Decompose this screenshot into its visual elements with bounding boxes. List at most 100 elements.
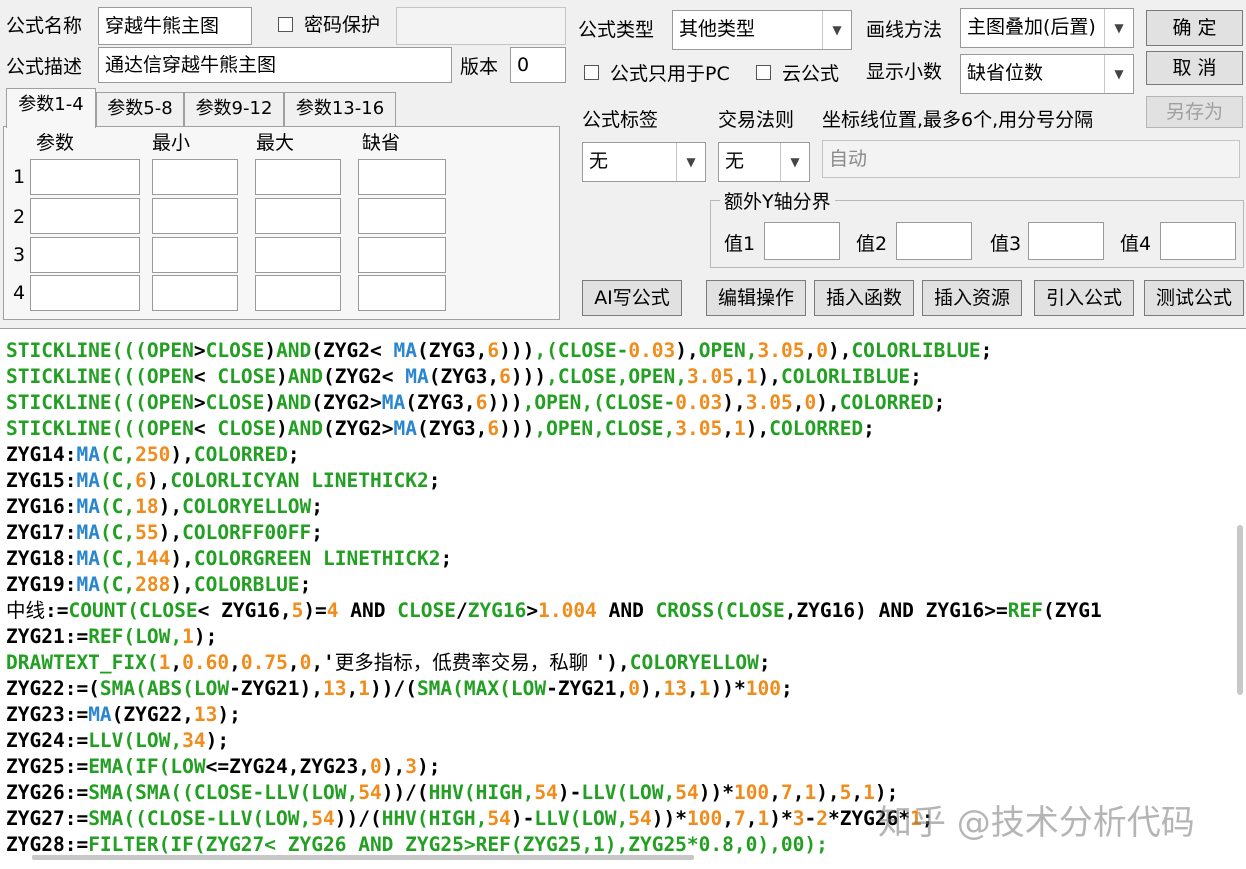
code-token: 6 bbox=[499, 365, 511, 388]
code-token: CROSS(CLOSE bbox=[655, 599, 785, 622]
value4-input[interactable] bbox=[1160, 222, 1236, 260]
code-text[interactable]: STICKLINE(((OPEN>CLOSE)AND(ZYG2< MA(ZYG3… bbox=[6, 338, 1102, 858]
test-formula-button[interactable]: 测试公式 bbox=[1144, 280, 1244, 316]
chevron-down-icon[interactable]: ▼ bbox=[676, 143, 705, 181]
code-line[interactable]: ZYG15:MA(C,6),COLORLICYAN LINETHICK2; bbox=[6, 468, 1102, 494]
param-row-number: 4 bbox=[13, 282, 26, 304]
code-token: AND bbox=[276, 391, 312, 414]
code-token: COUNT(CLOSE bbox=[68, 599, 198, 622]
param-min-input[interactable] bbox=[152, 237, 238, 273]
code-token: ZYG16: bbox=[6, 495, 77, 518]
ai-write-formula-button[interactable]: AI写公式 bbox=[582, 280, 682, 316]
code-line[interactable]: ZYG18:MA(C,144),COLORGREEN LINETHICK2; bbox=[6, 546, 1102, 572]
tab-params-13-16[interactable]: 参数13-16 bbox=[284, 92, 396, 126]
code-line[interactable]: DRAWTEXT_FIX(1,0.60,0.75,0,'更多指标，低费率交易，私… bbox=[6, 650, 1102, 676]
edit-operations-button[interactable]: 编辑操作 bbox=[706, 280, 806, 316]
draw-method-select[interactable]: 主图叠加(后置) ▼ bbox=[960, 8, 1134, 48]
code-line[interactable]: ZYG14:MA(C,250),COLORRED; bbox=[6, 442, 1102, 468]
ok-button[interactable]: 确 定 bbox=[1146, 10, 1243, 46]
code-token: , bbox=[722, 807, 734, 830]
import-formula-button[interactable]: 引入公式 bbox=[1034, 280, 1134, 316]
code-token: COLORRED bbox=[769, 417, 864, 440]
code-line[interactable]: ZYG17:MA(C,55),COLORFF00FF; bbox=[6, 520, 1102, 546]
code-line[interactable]: STICKLINE(((OPEN>CLOSE)AND(ZYG2>MA(ZYG3,… bbox=[6, 390, 1102, 416]
horizontal-scrollbar[interactable] bbox=[32, 855, 694, 860]
param-min-input[interactable] bbox=[152, 198, 238, 234]
code-token: )= bbox=[303, 599, 327, 622]
code-token: MA bbox=[76, 573, 100, 596]
formula-code-editor[interactable]: STICKLINE(((OPEN>CLOSE)AND(ZYG2< MA(ZYG3… bbox=[0, 328, 1246, 869]
param-default-input[interactable] bbox=[358, 237, 446, 273]
code-line[interactable]: ZYG21:=REF(LOW,1); bbox=[6, 624, 1102, 650]
formula-tag-select[interactable]: 无 ▼ bbox=[582, 142, 706, 182]
tab-params-5-8[interactable]: 参数5-8 bbox=[96, 92, 184, 126]
chevron-down-icon[interactable]: ▼ bbox=[822, 11, 851, 49]
pc-only-checkbox[interactable] bbox=[584, 65, 599, 80]
chevron-down-icon[interactable]: ▼ bbox=[1104, 55, 1133, 93]
code-line[interactable]: 中线:=COUNT(CLOSE< ZYG16,5)=4 AND CLOSE/ZY… bbox=[6, 598, 1102, 624]
code-token: 288 bbox=[135, 573, 171, 596]
code-line[interactable]: ZYG24:=LLV(LOW,34); bbox=[6, 728, 1102, 754]
insert-resource-button[interactable]: 插入资源 bbox=[922, 280, 1022, 316]
code-token: ))) bbox=[510, 365, 547, 388]
chevron-down-icon[interactable]: ▼ bbox=[780, 143, 809, 181]
code-token: ZYG23:= bbox=[6, 703, 89, 726]
value2-input[interactable] bbox=[896, 222, 972, 260]
cancel-button[interactable]: 取 消 bbox=[1146, 51, 1243, 85]
code-line[interactable]: ZYG16:MA(C,18),COLORYELLOW; bbox=[6, 494, 1102, 520]
code-line[interactable]: STICKLINE(((OPEN< CLOSE)AND(ZYG2< MA(ZYG… bbox=[6, 364, 1102, 390]
value1-input[interactable] bbox=[764, 222, 840, 260]
password-checkbox[interactable] bbox=[278, 17, 293, 32]
param-max-input[interactable] bbox=[255, 237, 341, 273]
param-min-input[interactable] bbox=[152, 159, 238, 195]
code-token: DRAWTEXT_FIX( bbox=[6, 651, 159, 674]
decimals-select[interactable]: 缺省位数 ▼ bbox=[960, 54, 1134, 94]
code-line[interactable]: STICKLINE(((OPEN< CLOSE)AND(ZYG2>MA(ZYG3… bbox=[6, 416, 1102, 442]
code-line[interactable]: ZYG25:=EMA(IF(LOW<=ZYG24,ZYG23,0),3); bbox=[6, 754, 1102, 780]
formula-type-select[interactable]: 其他类型 ▼ bbox=[672, 10, 852, 50]
param-name-input[interactable] bbox=[30, 159, 140, 195]
param-max-input[interactable] bbox=[255, 159, 341, 195]
param-default-input[interactable] bbox=[358, 275, 446, 311]
code-token: OPEN bbox=[146, 365, 194, 388]
param-name-input[interactable] bbox=[30, 198, 140, 234]
code-line[interactable]: ZYG19:MA(C,288),COLORBLUE; bbox=[6, 572, 1102, 598]
param-max-input[interactable] bbox=[255, 275, 341, 311]
param-name-input[interactable] bbox=[30, 237, 140, 273]
code-token: 6 bbox=[135, 469, 147, 492]
param-min-input[interactable] bbox=[152, 275, 238, 311]
code-token: FILTER(IF(ZYG27< ZYG26 AND ZYG25>REF(ZYG… bbox=[88, 833, 828, 856]
formula-desc-input[interactable]: 通达信穿越牛熊主图 bbox=[98, 47, 452, 83]
param-default-input[interactable] bbox=[358, 198, 446, 234]
code-token: <=ZYG24,ZYG23, bbox=[205, 755, 370, 778]
param-default-input[interactable] bbox=[358, 159, 446, 195]
trade-rule-select[interactable]: 无 ▼ bbox=[718, 142, 810, 182]
tab-params-1-4[interactable]: 参数1-4 bbox=[6, 88, 96, 128]
params-panel: 参数 最小 最大 缺省 1 2 3 4 bbox=[3, 126, 560, 320]
param-row-number: 2 bbox=[13, 206, 26, 228]
version-input[interactable]: 0 bbox=[510, 47, 566, 83]
insert-function-button[interactable]: 插入函数 bbox=[814, 280, 914, 316]
param-name-input[interactable] bbox=[30, 275, 140, 311]
code-token: CLOSE bbox=[217, 417, 277, 440]
param-max-input[interactable] bbox=[255, 198, 341, 234]
axis-position-input[interactable]: 自动 bbox=[822, 140, 1240, 178]
code-token: 更多指标，低费率交易，私聊 bbox=[334, 651, 595, 674]
chevron-down-icon[interactable]: ▼ bbox=[1104, 9, 1133, 47]
vertical-scrollbar[interactable] bbox=[1237, 525, 1243, 695]
cloud-formula-checkbox[interactable] bbox=[756, 65, 771, 80]
code-line[interactable]: STICKLINE(((OPEN>CLOSE)AND(ZYG2< MA(ZYG3… bbox=[6, 338, 1102, 364]
formula-name-input[interactable]: 穿越牛熊主图 bbox=[98, 7, 252, 45]
code-line[interactable]: ZYG23:=MA(ZYG22,13); bbox=[6, 702, 1102, 728]
code-line[interactable]: ZYG22:=(SMA(ABS(LOW-ZYG21),13,1))/(SMA(M… bbox=[6, 676, 1102, 702]
password-input[interactable] bbox=[396, 7, 566, 45]
save-as-button[interactable]: 另存为 bbox=[1146, 96, 1243, 128]
code-token: LLV(LOW, bbox=[581, 781, 676, 804]
code-token: -ZYG21, bbox=[546, 677, 629, 700]
value2-label: 值2 bbox=[856, 233, 888, 255]
tab-params-9-12[interactable]: 参数9-12 bbox=[184, 92, 284, 126]
code-token: ), bbox=[158, 521, 183, 544]
code-token: 100 bbox=[733, 781, 770, 804]
value3-input[interactable] bbox=[1028, 222, 1104, 260]
param-header-min: 最小 bbox=[152, 132, 191, 154]
